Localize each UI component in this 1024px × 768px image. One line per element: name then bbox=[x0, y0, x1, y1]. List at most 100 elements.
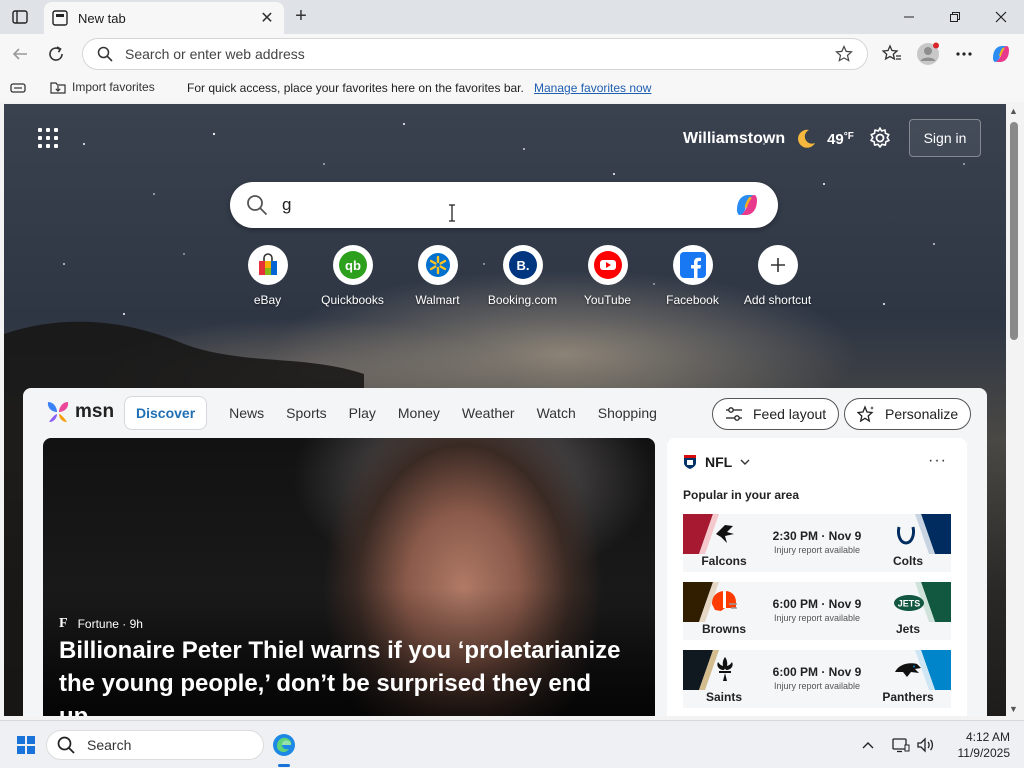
game-time: 6:00 PM · Nov 9 bbox=[772, 665, 862, 679]
close-window-icon bbox=[995, 11, 1007, 23]
favorites-bar-icon[interactable] bbox=[10, 82, 26, 94]
search-icon bbox=[247, 195, 268, 216]
windows-taskbar: Search 4:12 AM 11/9/2025 bbox=[0, 720, 1024, 768]
msn-logo[interactable]: msn bbox=[45, 400, 114, 424]
tab-money[interactable]: Money bbox=[398, 405, 440, 421]
feed-layout-button[interactable]: Feed layout bbox=[712, 398, 840, 430]
shortcut-label: YouTube bbox=[583, 293, 632, 307]
shortcut-label: Booking.com bbox=[487, 293, 558, 307]
copilot-button[interactable] bbox=[989, 42, 1013, 66]
msn-logo-text: msn bbox=[75, 401, 115, 422]
weather-widget[interactable]: Williamstown 49°F bbox=[683, 128, 854, 150]
shortcut-label: Facebook bbox=[666, 293, 719, 307]
web-search-input[interactable]: g bbox=[282, 195, 732, 215]
address-bar[interactable]: Search or enter web address bbox=[82, 38, 868, 70]
restore-button[interactable] bbox=[932, 0, 978, 34]
shortcuts-row: eBay qb Quickbooks Walmart B. Booking.co… bbox=[225, 245, 820, 307]
shortcut-quickbooks[interactable]: qb Quickbooks bbox=[310, 245, 395, 307]
network-icon bbox=[892, 738, 910, 753]
page-scrollbar[interactable]: ▲ ▼ bbox=[1006, 104, 1024, 716]
taskbar-search-box[interactable]: Search bbox=[46, 730, 264, 760]
web-search-box[interactable]: g bbox=[230, 182, 778, 228]
tab-actions-button[interactable] bbox=[8, 6, 32, 28]
import-favorites-button[interactable]: Import favorites bbox=[50, 80, 155, 94]
home-team: Saints bbox=[705, 690, 742, 704]
tab-news[interactable]: News bbox=[229, 405, 264, 421]
clock-time: 4:12 AM bbox=[965, 730, 1010, 744]
tab-title: New tab bbox=[78, 10, 126, 26]
restore-icon bbox=[950, 12, 960, 22]
volume-button[interactable] bbox=[916, 735, 934, 755]
tab-weather[interactable]: Weather bbox=[462, 405, 515, 421]
close-window-button[interactable] bbox=[978, 0, 1024, 34]
sparkle-star-icon bbox=[857, 405, 874, 423]
browns-helmet-icon bbox=[712, 591, 737, 611]
tab-play[interactable]: Play bbox=[349, 405, 376, 421]
scroll-up-arrow-icon[interactable]: ▲ bbox=[1009, 106, 1018, 116]
plus-icon bbox=[770, 258, 785, 272]
add-shortcut-button[interactable]: Add shortcut bbox=[735, 245, 820, 307]
edge-taskbar-icon[interactable] bbox=[272, 733, 296, 757]
new-tab-favicon-icon bbox=[52, 10, 68, 26]
shortcut-ebay[interactable]: eBay bbox=[225, 245, 310, 307]
game-row[interactable]: JETS 6:00 PM · Nov 9 Injury report avail… bbox=[683, 582, 951, 640]
shortcut-booking[interactable]: B. Booking.com bbox=[480, 245, 565, 307]
tab-shopping[interactable]: Shopping bbox=[598, 405, 657, 421]
weather-city: Williamstown bbox=[683, 130, 786, 147]
nfl-more-options-icon[interactable]: ··· bbox=[928, 452, 947, 470]
booking-icon: B. bbox=[508, 251, 537, 279]
away-team: Colts bbox=[893, 554, 923, 568]
profile-avatar-icon bbox=[917, 42, 939, 65]
shortcut-facebook[interactable]: Facebook bbox=[650, 245, 735, 307]
show-hidden-icons-button[interactable] bbox=[862, 735, 874, 755]
nfl-league-selector[interactable]: NFL bbox=[683, 454, 750, 470]
game-time: 2:30 PM · Nov 9 bbox=[772, 529, 862, 543]
tab-discover[interactable]: Discover bbox=[124, 396, 208, 430]
svg-text:B.: B. bbox=[516, 258, 529, 273]
app-launcher-button[interactable] bbox=[38, 128, 58, 148]
home-team: Browns bbox=[701, 622, 746, 636]
back-button[interactable] bbox=[9, 43, 31, 65]
copilot-search-icon[interactable] bbox=[732, 190, 762, 220]
personalize-label: Personalize bbox=[885, 406, 959, 422]
game-row[interactable]: 2:30 PM · Nov 9 Injury report available … bbox=[683, 514, 951, 572]
tab-sports[interactable]: Sports bbox=[286, 405, 326, 421]
shortcut-walmart[interactable]: Walmart bbox=[395, 245, 480, 307]
weather-temperature: 49°F bbox=[827, 130, 854, 148]
taskbar-clock[interactable]: 4:12 AM 11/9/2025 bbox=[940, 729, 1011, 761]
settings-and-more-button[interactable] bbox=[952, 42, 976, 66]
home-team: Falcons bbox=[701, 554, 747, 568]
shortcut-label: Walmart bbox=[415, 293, 460, 307]
scrollbar-thumb[interactable] bbox=[1010, 122, 1018, 340]
sign-in-button[interactable]: Sign in bbox=[909, 119, 981, 157]
page-settings-gear-icon[interactable] bbox=[868, 126, 892, 150]
hero-headline[interactable]: Billionaire Peter Thiel warns if you ‘pr… bbox=[59, 634, 645, 716]
shortcut-youtube[interactable]: YouTube bbox=[565, 245, 650, 307]
scroll-down-arrow-icon[interactable]: ▼ bbox=[1009, 704, 1018, 714]
profile-button[interactable] bbox=[916, 42, 940, 66]
manage-favorites-link[interactable]: Manage favorites now bbox=[534, 81, 651, 95]
add-favorite-star-icon[interactable] bbox=[835, 45, 853, 63]
new-tab-button[interactable]: + bbox=[290, 6, 312, 28]
refresh-button[interactable] bbox=[45, 43, 67, 65]
minimize-button[interactable] bbox=[886, 0, 932, 34]
feed-layout-label: Feed layout bbox=[753, 406, 827, 422]
more-dots-icon bbox=[956, 52, 972, 56]
game-row[interactable]: 6:00 PM · Nov 9 Injury report available … bbox=[683, 650, 951, 708]
nfl-subtitle: Popular in your area bbox=[683, 488, 800, 502]
tab-new-tab[interactable]: New tab ✕ bbox=[44, 2, 284, 34]
saints-fleur-de-lis-icon bbox=[717, 657, 733, 681]
hero-news-card[interactable]: F Fortune · 9h Billionaire Peter Thiel w… bbox=[43, 438, 655, 716]
start-button-windows-icon[interactable] bbox=[17, 736, 35, 754]
refresh-icon bbox=[49, 46, 63, 61]
network-status-button[interactable] bbox=[892, 735, 910, 755]
title-bar: New tab ✕ + bbox=[0, 0, 1024, 34]
personalize-button[interactable]: Personalize bbox=[844, 398, 972, 430]
tab-watch[interactable]: Watch bbox=[537, 405, 576, 421]
close-tab-icon[interactable]: ✕ bbox=[258, 8, 276, 28]
away-team: Panthers bbox=[882, 690, 934, 704]
hero-source: F Fortune · 9h bbox=[59, 616, 143, 632]
back-arrow-icon bbox=[12, 48, 27, 60]
hero-source-text: Fortune · 9h bbox=[77, 617, 143, 631]
favorites-button[interactable] bbox=[880, 42, 904, 66]
